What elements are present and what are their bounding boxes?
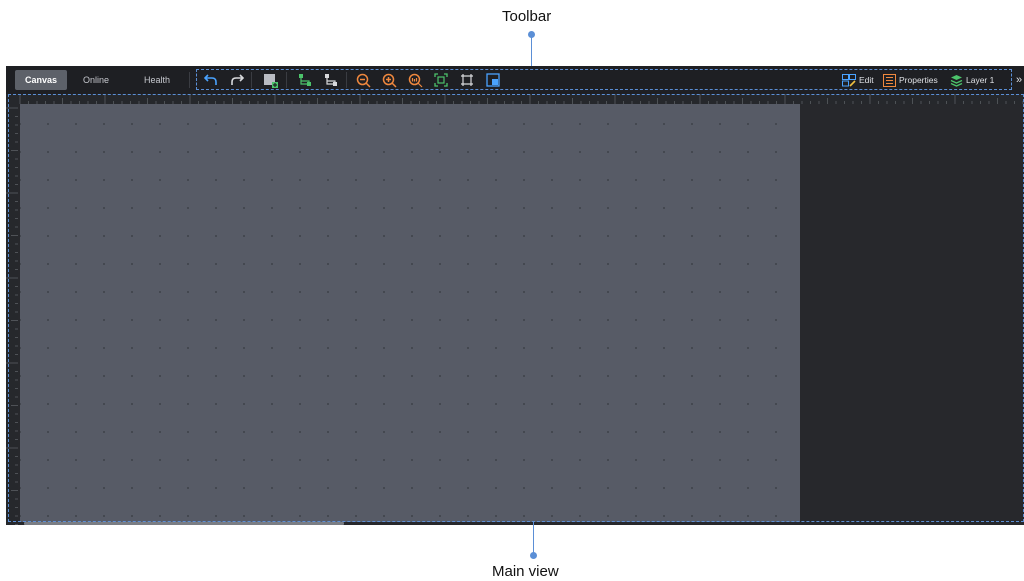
add-shape-icon bbox=[263, 73, 278, 88]
toolbar-separator bbox=[251, 72, 252, 88]
fit-width-button[interactable] bbox=[458, 71, 476, 89]
horizontal-scrollbar[interactable] bbox=[24, 522, 344, 525]
properties-label: Properties bbox=[899, 75, 938, 85]
add-shape-button[interactable] bbox=[262, 71, 280, 89]
chevrons-right-icon: » bbox=[1016, 74, 1023, 86]
main-view-callout-line bbox=[533, 522, 534, 554]
app-window: Canvas Online Health Edit Properties Lay… bbox=[6, 66, 1024, 525]
properties-button[interactable]: Properties bbox=[883, 71, 938, 89]
zoom-in-icon bbox=[382, 73, 397, 88]
overview-icon bbox=[486, 73, 500, 87]
connect-alt-icon bbox=[325, 74, 337, 86]
zoom-actual-button[interactable] bbox=[406, 71, 424, 89]
layers-icon bbox=[950, 74, 963, 87]
vertical-ruler bbox=[6, 104, 18, 525]
redo-button[interactable] bbox=[228, 71, 246, 89]
tab-bar: Canvas Online Health Edit Properties Lay… bbox=[6, 66, 1024, 94]
canvas-workspace[interactable] bbox=[18, 104, 1024, 525]
connect-button[interactable] bbox=[296, 71, 314, 89]
zoom-actual-icon bbox=[408, 73, 422, 87]
tab-online[interactable]: Online bbox=[76, 70, 116, 90]
fit-to-screen-icon bbox=[434, 73, 448, 87]
layer-selector[interactable]: Layer 1 bbox=[950, 71, 994, 89]
tab-canvas[interactable]: Canvas bbox=[15, 70, 67, 90]
toolbar-callout-label: Toolbar bbox=[502, 8, 552, 25]
properties-icon bbox=[883, 73, 896, 87]
layer-label: Layer 1 bbox=[966, 75, 995, 85]
undo-button[interactable] bbox=[202, 71, 220, 89]
edit-button[interactable]: Edit bbox=[842, 71, 874, 89]
toolbar-separator bbox=[189, 72, 190, 88]
toolbar-callout-line bbox=[531, 35, 532, 69]
fit-to-screen-button[interactable] bbox=[432, 71, 450, 89]
undo-icon bbox=[204, 74, 217, 85]
toolbar-separator bbox=[286, 72, 287, 88]
canvas-page[interactable] bbox=[20, 104, 800, 522]
main-view-callout-dot bbox=[530, 552, 537, 559]
main-view-callout-label: Main view bbox=[492, 563, 559, 580]
connect-alt-button[interactable] bbox=[322, 71, 340, 89]
toolbar-separator bbox=[346, 72, 347, 88]
overview-button[interactable] bbox=[484, 71, 502, 89]
overflow-menu-button[interactable]: » bbox=[1016, 71, 1022, 89]
horizontal-ruler bbox=[6, 94, 1024, 104]
edit-icon bbox=[842, 73, 856, 87]
tab-health[interactable]: Health bbox=[136, 70, 178, 90]
zoom-in-button[interactable] bbox=[380, 71, 398, 89]
edit-label: Edit bbox=[859, 75, 874, 85]
zoom-out-button[interactable] bbox=[354, 71, 372, 89]
connect-icon bbox=[299, 74, 311, 86]
fit-width-icon bbox=[461, 74, 473, 86]
zoom-out-icon bbox=[356, 73, 371, 88]
redo-icon bbox=[231, 74, 244, 85]
